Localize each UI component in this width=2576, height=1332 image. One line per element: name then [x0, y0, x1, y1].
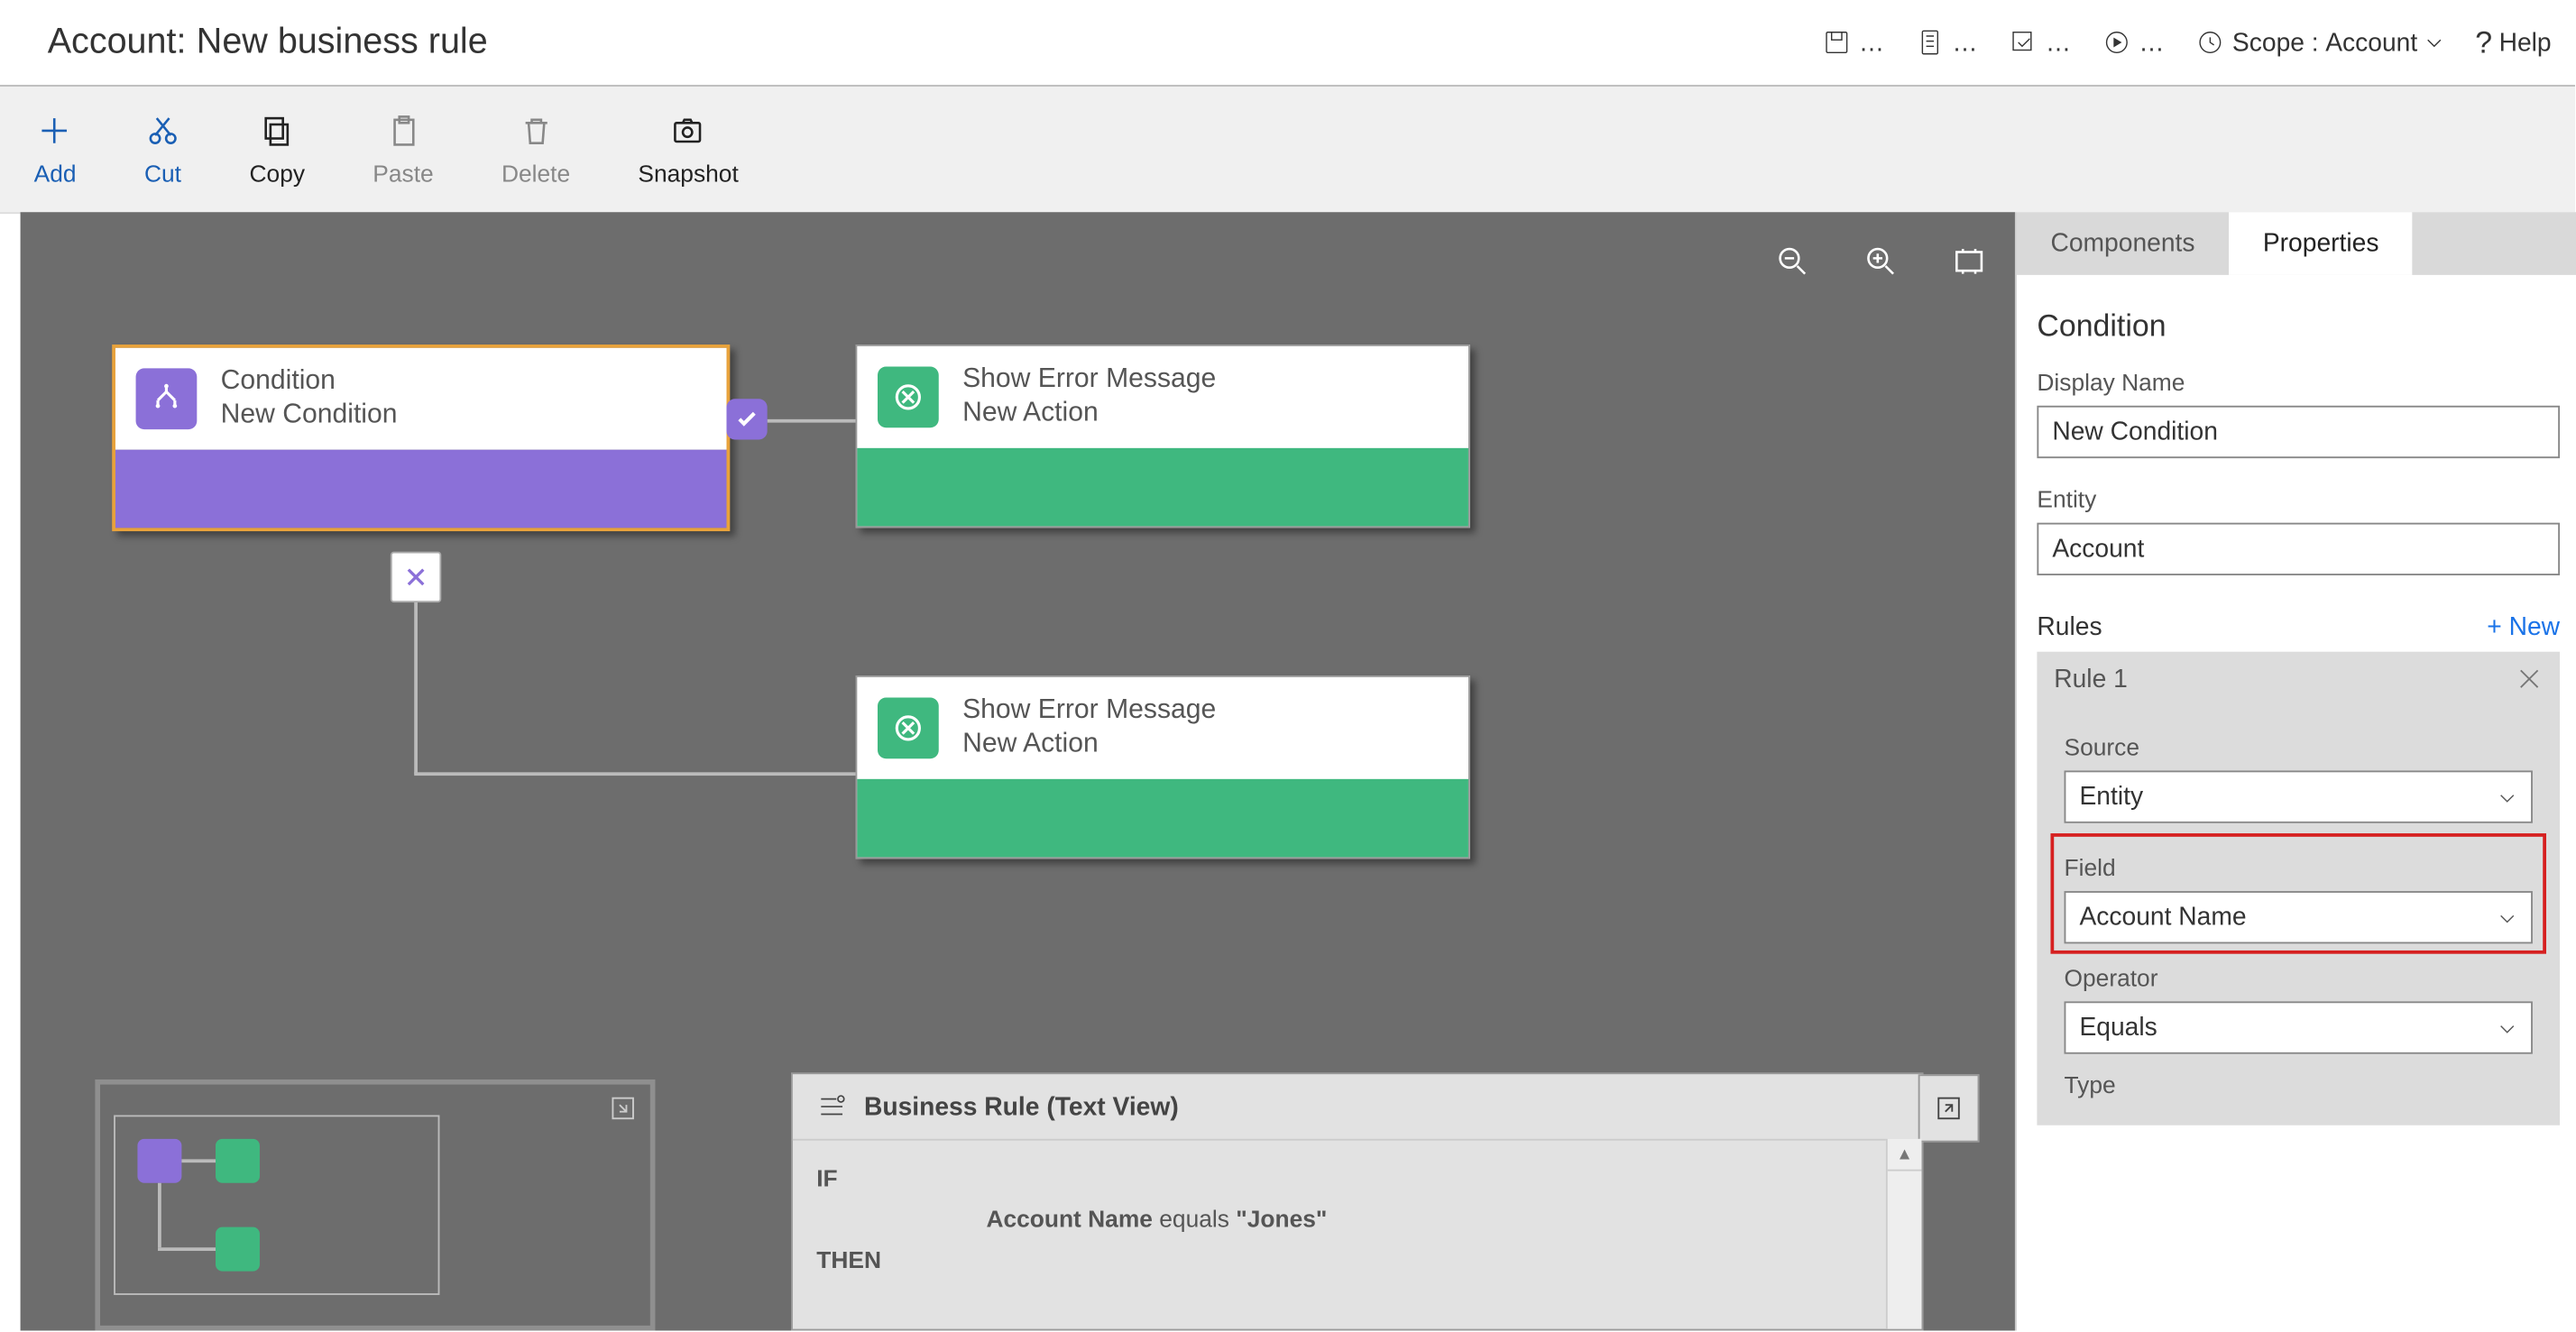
node-subtitle: New Action: [962, 728, 1216, 762]
rule-title[interactable]: Account: New business rule: [48, 22, 505, 62]
scroll-up-icon[interactable]: ▲: [1888, 1139, 1922, 1171]
scope-value: Account: [2325, 28, 2417, 57]
operator-select[interactable]: Equals: [2065, 1001, 2533, 1053]
node-title: Show Error Message: [962, 694, 1216, 729]
then-label: THEN: [816, 1245, 1898, 1272]
node-subtitle: New Action: [962, 397, 1216, 431]
node-subtitle: New Condition: [221, 399, 398, 433]
add-button[interactable]: Add: [34, 112, 77, 187]
tab-components[interactable]: Components: [2017, 212, 2229, 275]
section-title: Condition: [2037, 309, 2560, 345]
error-icon: [878, 698, 939, 759]
connector: [414, 599, 418, 774]
close-icon[interactable]: [2516, 666, 2543, 700]
validate-icon[interactable]: …: [2008, 27, 2071, 58]
title-bar: Account: New business rule … … … … Scope…: [0, 0, 2575, 87]
entity-label: Entity: [2037, 485, 2560, 512]
field-label: Field: [2065, 854, 2533, 881]
field-highlight: Field Account Name: [2050, 833, 2546, 954]
connector: [414, 772, 855, 776]
condition-icon: [136, 368, 198, 429]
entity-input[interactable]: [2037, 523, 2560, 575]
text-view-header[interactable]: Business Rule (Text View): [793, 1074, 1922, 1140]
minimap[interactable]: [95, 1079, 655, 1331]
help-button[interactable]: ? Help: [2475, 24, 2551, 60]
fit-screen-icon[interactable]: [1950, 243, 1987, 287]
rules-label: Rules: [2037, 612, 2102, 641]
copy-button[interactable]: Copy: [250, 112, 306, 187]
save-icon[interactable]: …: [1821, 27, 1884, 58]
type-label: Type: [2065, 1071, 2533, 1098]
cut-button[interactable]: Cut: [144, 112, 181, 187]
rule-header[interactable]: Rule 1: [2037, 652, 2560, 713]
scope-selector[interactable]: Scope : Account: [2195, 27, 2445, 58]
node-title: Condition: [221, 365, 398, 400]
scope-label: Scope :: [2232, 28, 2319, 57]
action-node[interactable]: Show Error Message New Action: [856, 344, 1470, 528]
zoom-in-icon[interactable]: [1863, 243, 1900, 287]
close-icon[interactable]: [391, 552, 441, 602]
rule-name: New business rule: [197, 22, 488, 62]
new-rule-button[interactable]: + New: [2487, 612, 2560, 641]
connector: [768, 419, 856, 423]
action-node[interactable]: Show Error Message New Action: [856, 675, 1470, 859]
save-as-icon[interactable]: …: [1915, 27, 1978, 58]
toolbar: Add Cut Copy Paste Delete Snapshot: [0, 87, 2575, 214]
field-select[interactable]: Account Name: [2065, 891, 2533, 943]
scrollbar[interactable]: ▲: [1886, 1139, 1922, 1329]
help-label: Help: [2499, 28, 2552, 57]
source-select[interactable]: Entity: [2065, 770, 2533, 822]
tab-properties[interactable]: Properties: [2229, 212, 2413, 275]
condition-node[interactable]: Condition New Condition: [112, 344, 730, 531]
delete-button[interactable]: Delete: [501, 112, 570, 187]
source-label: Source: [2065, 733, 2533, 760]
condition-text: Account Name equals "Jones": [986, 1205, 1898, 1232]
canvas[interactable]: Condition New Condition Show Error Messa…: [21, 212, 2015, 1330]
node-title: Show Error Message: [962, 363, 1216, 398]
if-label: IF: [816, 1164, 1898, 1191]
expand-icon[interactable]: [610, 1095, 637, 1129]
paste-button[interactable]: Paste: [373, 112, 433, 187]
check-icon: [726, 399, 767, 439]
popout-icon[interactable]: [1918, 1074, 1980, 1142]
error-icon: [878, 367, 939, 428]
operator-label: Operator: [2065, 964, 2533, 991]
entity-label: Account:: [48, 22, 187, 62]
snapshot-button[interactable]: Snapshot: [638, 112, 738, 187]
text-view-panel: Business Rule (Text View) IF Account Nam…: [791, 1072, 1923, 1330]
display-name-input[interactable]: [2037, 406, 2560, 458]
activate-icon[interactable]: …: [2102, 27, 2165, 58]
display-name-label: Display Name: [2037, 368, 2560, 395]
properties-panel: Components Properties Condition Display …: [2015, 212, 2576, 1330]
zoom-out-icon[interactable]: [1774, 243, 1811, 287]
